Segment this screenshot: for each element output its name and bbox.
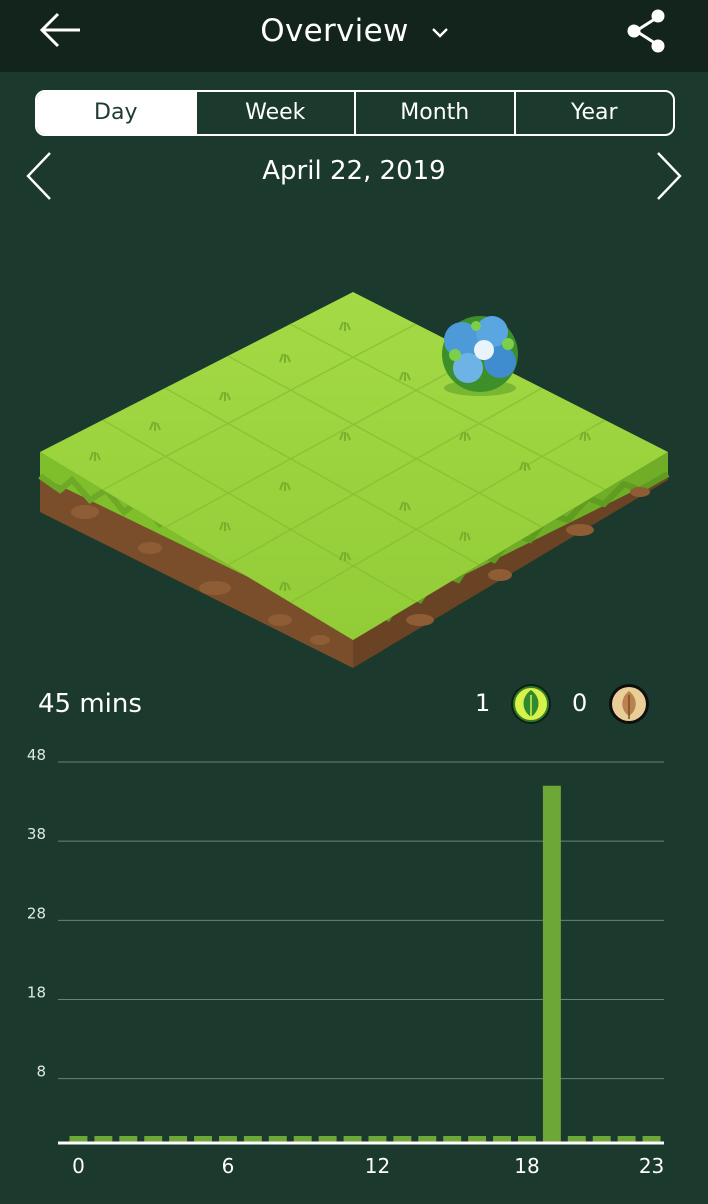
total-focus-time: 45 mins (38, 689, 142, 719)
y-tick-label: 48 (27, 746, 46, 764)
next-date-button[interactable] (650, 150, 686, 202)
tab-month[interactable]: Month (356, 92, 516, 134)
green-leaf-icon (510, 683, 552, 729)
y-tick-label: 18 (27, 984, 46, 1002)
bar-hour-17 (493, 1136, 512, 1142)
bar-hour-4 (169, 1136, 188, 1142)
y-tick-label: 8 (36, 1063, 46, 1081)
share-icon (627, 9, 665, 53)
x-tick-label: 23 (639, 1154, 664, 1178)
y-tick-label: 38 (27, 825, 46, 843)
bar-hour-6 (218, 1136, 237, 1142)
bar-hour-9 (293, 1136, 312, 1142)
x-tick-label: 6 (222, 1154, 235, 1178)
focus-time-chart: 48 38 28 18 8 0 6 12 18 23 (0, 740, 708, 1200)
bar-hour-22 (617, 1136, 636, 1142)
y-tick-label: 28 (27, 904, 46, 922)
bar-hour-2 (119, 1136, 138, 1142)
bar-hour-7 (243, 1136, 262, 1142)
bar-hour-21 (592, 1136, 611, 1142)
tab-week[interactable]: Week (197, 92, 356, 134)
forest-island-illustration (38, 292, 670, 668)
bar-hour-16 (468, 1136, 487, 1142)
bar-hour-1 (94, 1136, 113, 1142)
bar-hour-19 (542, 785, 561, 1142)
period-tabs: Day Week Month Year (35, 90, 675, 136)
flower-bush-icon (442, 316, 518, 396)
share-button[interactable] (622, 6, 670, 56)
bar-chart: 48 38 28 18 8 0 6 12 18 23 (27, 746, 664, 1178)
chevron-right-icon (657, 152, 682, 200)
title-dropdown[interactable]: Overview (0, 0, 708, 62)
chevron-down-icon (431, 2, 448, 64)
bar-hour-23 (642, 1136, 661, 1142)
bar-hour-20 (567, 1136, 586, 1142)
bar-hour-18 (517, 1136, 536, 1142)
bar-hour-15 (443, 1136, 462, 1142)
bar-hour-10 (318, 1136, 337, 1142)
app-bar: Overview (0, 0, 708, 72)
forest-island (0, 280, 708, 680)
x-tick-label: 12 (365, 1154, 390, 1178)
bar-hour-14 (418, 1136, 437, 1142)
tab-year[interactable]: Year (516, 92, 674, 134)
withered-tree-count: 0 (572, 689, 588, 717)
date-label: April 22, 2019 (262, 156, 446, 186)
bar-hour-11 (343, 1136, 362, 1142)
bar-hour-5 (194, 1136, 213, 1142)
withered-leaf-icon (608, 683, 650, 729)
healthy-tree-count: 1 (475, 689, 491, 717)
x-tick-label: 0 (72, 1154, 85, 1178)
page-title: Overview (260, 13, 409, 49)
tab-day[interactable]: Day (37, 92, 197, 134)
bar-hour-8 (268, 1136, 287, 1142)
bar-hour-3 (144, 1136, 163, 1142)
bar-hour-13 (393, 1136, 412, 1142)
bar-hour-0 (69, 1136, 88, 1142)
bar-hour-12 (368, 1136, 387, 1142)
x-tick-label: 18 (514, 1154, 539, 1178)
